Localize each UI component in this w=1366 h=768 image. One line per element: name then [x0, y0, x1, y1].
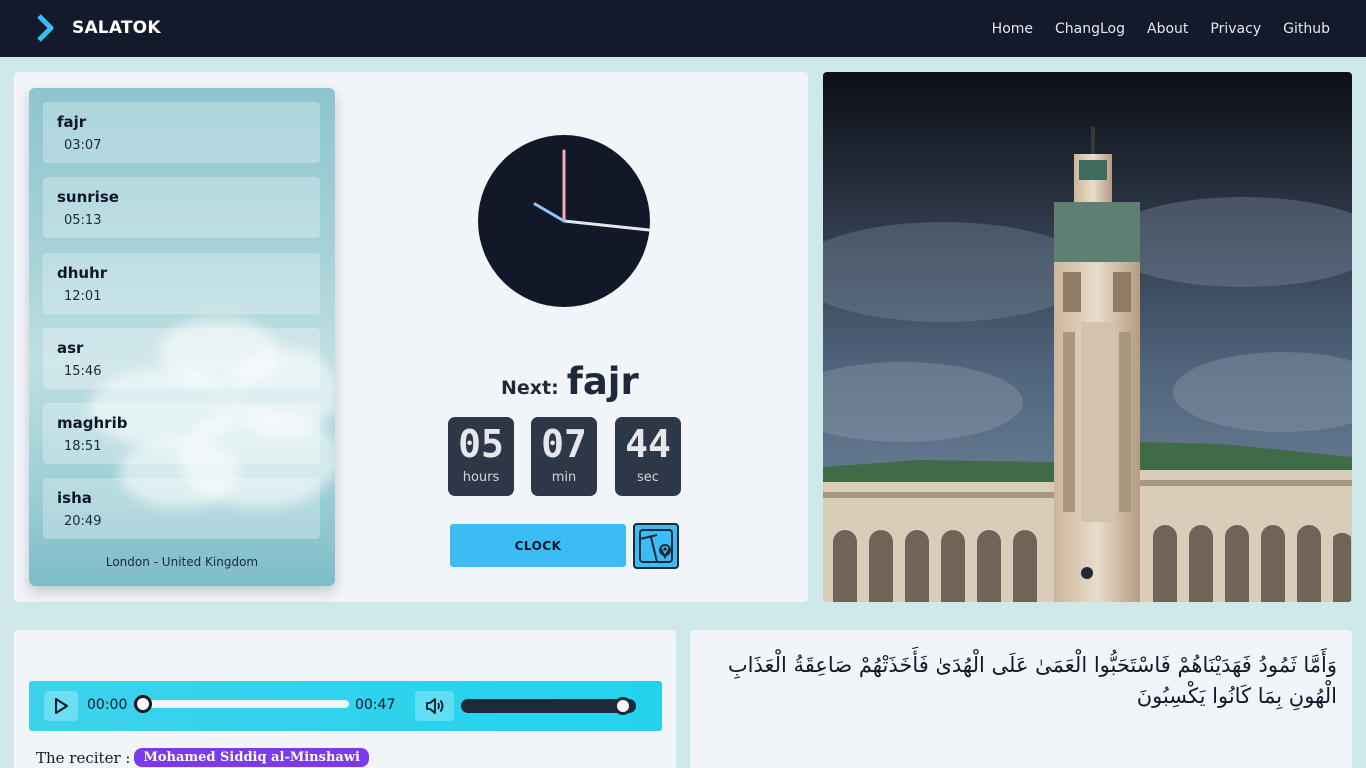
prayer-time: 15:46 [64, 364, 102, 379]
play-button[interactable] [44, 691, 78, 721]
prayer-item-sunrise: sunrise 05:13 [43, 177, 320, 238]
countdown-seconds: 44 sec [615, 417, 681, 496]
play-icon [55, 698, 68, 714]
quran-verse: وَأَمَّا ثَمُودُ فَهَدَيْنَاهُمْ فَاسْتَ… [727, 653, 1337, 708]
nav-about-link[interactable]: About [1147, 21, 1188, 37]
current-time: 00:00 [87, 697, 128, 713]
nav-github-link[interactable]: Github [1283, 21, 1330, 37]
main-nav: Home ChangLog About Privacy Github [970, 0, 1330, 57]
top-navbar: SALATOK Home ChangLog About Privacy Gith… [0, 0, 1366, 57]
map-button[interactable] [633, 523, 679, 569]
volume-button[interactable] [415, 691, 454, 721]
prayer-time: 05:13 [64, 213, 102, 228]
audio-player: 00:00 00:47 [29, 681, 662, 731]
prayer-name: fajr [57, 113, 87, 131]
clock-button[interactable]: CLOCK [450, 524, 626, 567]
location-label: London - United Kingdom [105, 555, 259, 569]
prayer-item-isha: isha 20:49 [43, 478, 320, 539]
prayer-item-maghrib: maghrib 18:51 [43, 403, 320, 464]
next-prayer-name: fajr [566, 360, 639, 403]
prayer-times-card: fajr 03:07 sunrise 05:13 dhuhr 12:01 asr… [14, 72, 808, 602]
prayer-item-asr: asr 15:46 [43, 328, 320, 389]
next-prayer: Next: fajr [501, 360, 639, 403]
countdown-minutes: 07 min [531, 417, 597, 496]
countdown-hours: 05 hours [448, 417, 514, 496]
seek-thumb[interactable] [134, 695, 152, 713]
audio-card: 00:00 00:47 The reciter : Mohamed Siddiq… [14, 630, 676, 768]
seek-slider[interactable] [134, 695, 349, 713]
chevron-right-logo-icon [37, 14, 54, 42]
prayer-name: maghrib [57, 414, 128, 432]
carousel-dot[interactable] [1081, 567, 1093, 579]
prayer-time: 12:01 [64, 289, 102, 304]
prayer-times-panel: fajr 03:07 sunrise 05:13 dhuhr 12:01 asr… [29, 88, 335, 586]
next-label: Next: [501, 377, 559, 399]
nav-privacy-link[interactable]: Privacy [1210, 21, 1261, 37]
seek-track [139, 700, 349, 708]
reciter-row: The reciter : Mohamed Siddiq al-Minshawi [36, 748, 369, 767]
volume-thumb[interactable] [614, 697, 632, 715]
map-pin-icon [639, 529, 673, 563]
duration-time: 00:47 [355, 697, 396, 713]
volume-track [461, 699, 636, 713]
countdown-unit: min [551, 470, 577, 485]
countdown-value: 05 [458, 422, 504, 466]
analog-clock [478, 135, 651, 307]
volume-icon [426, 698, 444, 714]
prayer-time: 20:49 [64, 514, 102, 529]
prayer-time: 18:51 [64, 439, 102, 454]
countdown-value: 07 [541, 422, 587, 466]
reciter-label: The reciter : [36, 748, 131, 767]
prayer-name: sunrise [57, 188, 119, 206]
mosque-photo [823, 72, 1352, 602]
nav-home-link[interactable]: Home [992, 21, 1033, 37]
brand-name: SALATOK [72, 18, 161, 38]
prayer-name: isha [57, 489, 92, 507]
prayer-name: asr [57, 339, 84, 357]
nav-changelog-link[interactable]: ChangLog [1055, 21, 1125, 37]
reciter-name-badge[interactable]: Mohamed Siddiq al-Minshawi [134, 748, 369, 767]
countdown-unit: hours [462, 470, 500, 485]
brand[interactable]: SALATOK [36, 14, 161, 42]
countdown-value: 44 [625, 422, 671, 466]
countdown-unit: sec [637, 470, 659, 485]
prayer-item-dhuhr: dhuhr 12:01 [43, 253, 320, 314]
volume-slider[interactable] [461, 697, 636, 715]
verse-card: وَأَمَّا ثَمُودُ فَهَدَيْنَاهُمْ فَاسْتَ… [690, 630, 1352, 768]
prayer-time: 03:07 [64, 138, 102, 153]
prayer-name: dhuhr [57, 264, 108, 282]
mosque-illustration [823, 72, 1352, 602]
prayer-item-fajr: fajr 03:07 [43, 102, 320, 163]
